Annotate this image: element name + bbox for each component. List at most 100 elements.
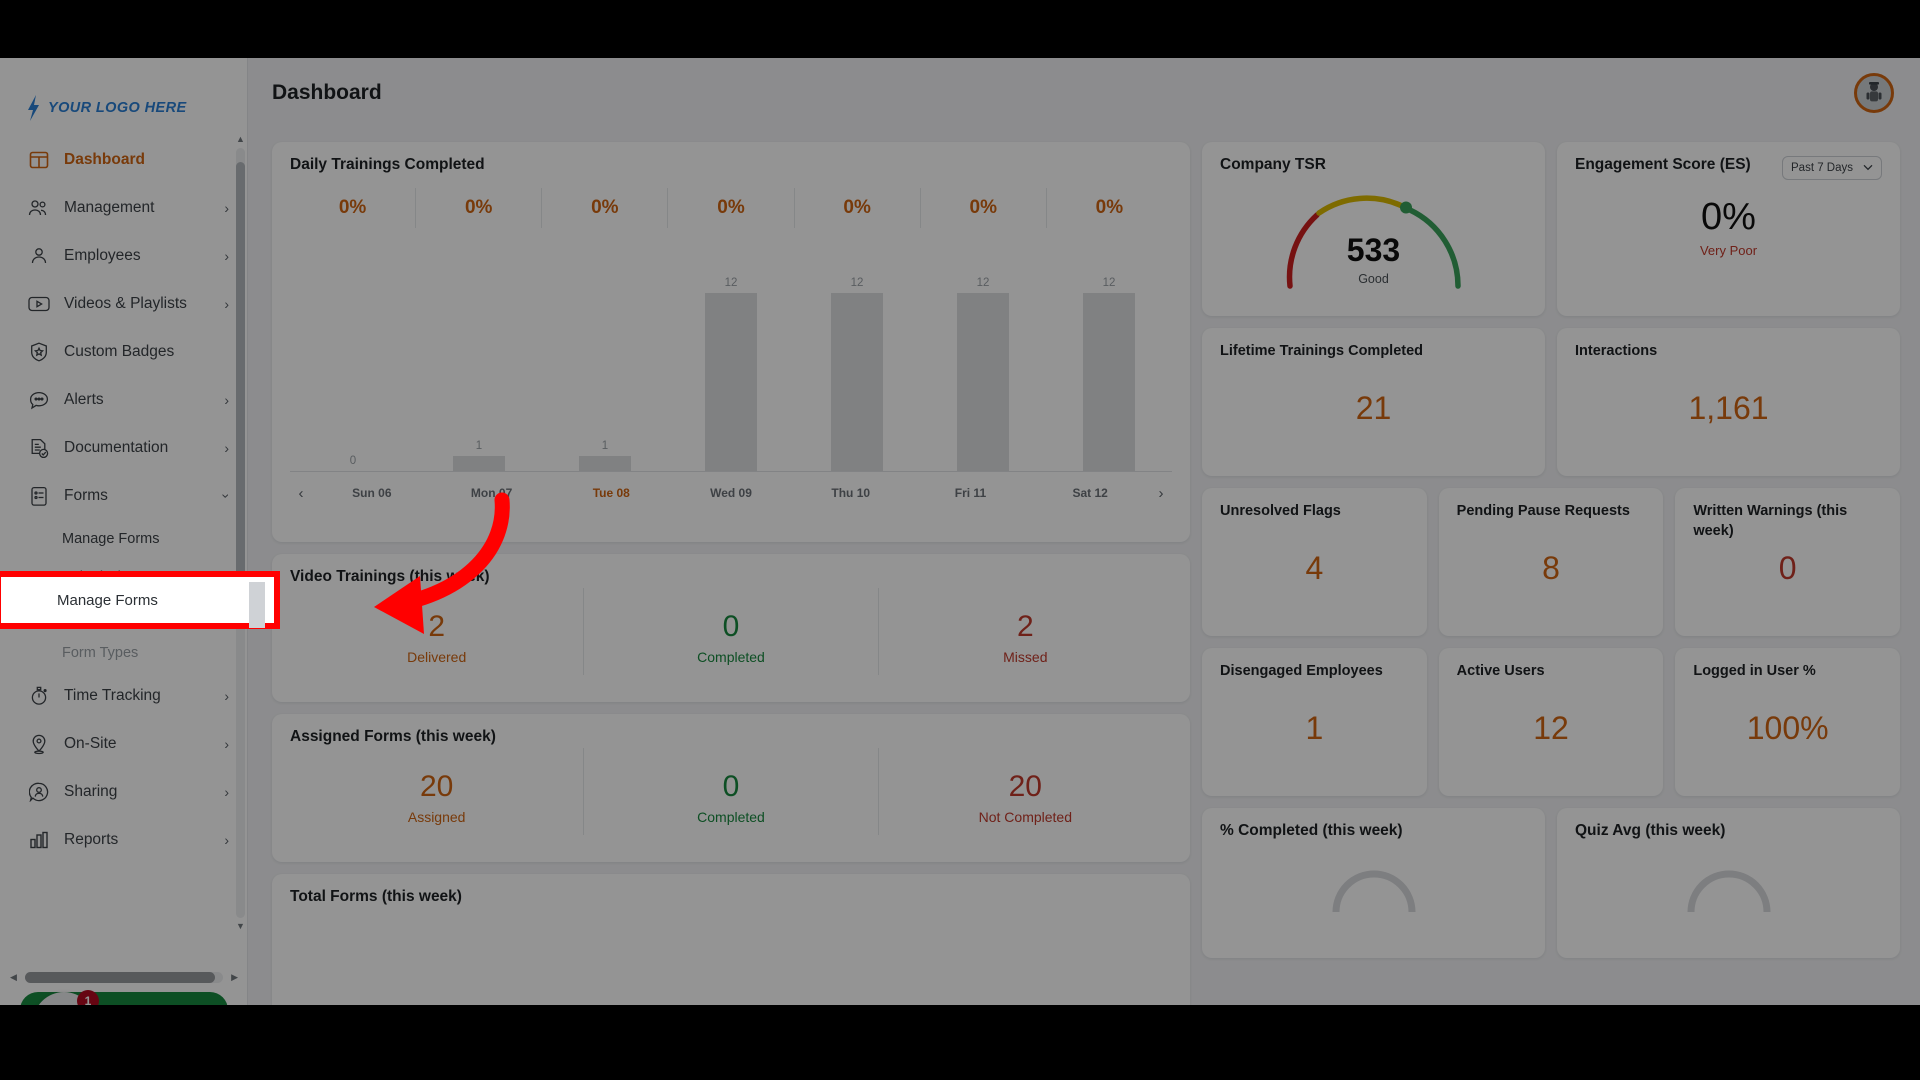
sidebar-item-custom-badges[interactable]: Custom Badges [0, 328, 247, 376]
sidebar-scroll-down-arrow[interactable]: ▼ [235, 921, 246, 932]
stat-label: Not Completed [978, 809, 1073, 825]
sidebar-nav: Dashboard Management › Employees › Video… [0, 136, 247, 864]
avatar-illustration-icon [1866, 82, 1882, 102]
active-users-card: Active Users 12 [1438, 648, 1664, 796]
kpi-title: Written Warnings (this week) [1693, 503, 1848, 539]
engagement-range-select[interactable]: Past 7 Days [1782, 156, 1882, 180]
chart-next-button[interactable]: › [1150, 485, 1172, 502]
stat-value: 0 [722, 610, 740, 643]
avatar[interactable] [1854, 73, 1894, 113]
chart-bar-cell: 12 [794, 240, 920, 471]
sidebar-item-label: Reports [64, 831, 119, 848]
chart-percent-cell: 0% [919, 188, 1046, 228]
annotation-arrow-icon [374, 492, 510, 634]
sidebar-item-label: On-Site [64, 735, 117, 752]
quiz-avg-card: Quiz Avg (this week) [1557, 808, 1900, 958]
sidebar-item-label: Documentation [64, 439, 169, 456]
sidebar-subitem-manage-forms[interactable]: Manage Forms [0, 520, 247, 558]
chart-title: Daily Trainings Completed [290, 156, 485, 173]
highlight-scroll-strip [249, 582, 265, 628]
percent-completed-gauge [1328, 862, 1420, 913]
brand-logo[interactable]: YOUR LOGO HERE [0, 58, 247, 128]
chart-bar-value: 12 [976, 276, 990, 289]
sidebar-horizontal-scroll-track[interactable] [24, 971, 224, 983]
chart-percent-cell: 0% [1045, 188, 1172, 228]
manage-forms-highlight[interactable]: Manage Forms [0, 571, 280, 629]
chart-bar [831, 292, 883, 471]
chevron-right-icon: › [224, 296, 229, 312]
people-icon [26, 196, 52, 220]
sidebar-item-dashboard[interactable]: Dashboard [0, 136, 247, 184]
sidebar-item-reports[interactable]: Reports › [0, 816, 247, 864]
chart-bar-cell: 0 [290, 240, 416, 471]
chevron-right-icon: › [224, 688, 229, 704]
sidebar: YOUR LOGO HERE Dashboard Management › Em… [0, 58, 248, 1076]
assigned-forms-card: Assigned Forms (this week) 20 Assigned 0… [272, 714, 1190, 862]
kpi-title: Lifetime Trainings Completed [1220, 343, 1424, 359]
kpi-value: 1 [1305, 710, 1324, 746]
disengaged-employees-card: Disengaged Employees 1 [1202, 648, 1427, 796]
sidebar-horizontal-scrollbar[interactable]: ◀ ▶ [10, 970, 238, 984]
engagement-score-card: Engagement Score (ES) Past 7 Days 0% Ver… [1557, 142, 1900, 316]
chart-percent-cell: 0% [541, 188, 667, 228]
chart-bar-value: 12 [850, 276, 864, 289]
chart-axis-label: Fri 11 [954, 486, 987, 500]
scroll-right-arrow-icon[interactable]: ▶ [231, 972, 238, 983]
kpi-title: Pending Pause Requests [1456, 503, 1630, 519]
sidebar-item-alerts[interactable]: Alerts › [0, 376, 247, 424]
tsr-value: 533 [1346, 232, 1401, 268]
sidebar-item-label: Employees [64, 247, 141, 264]
chart-bar-value: 1 [601, 440, 609, 453]
share-person-icon [26, 780, 52, 804]
screen-top-letterbox [0, 0, 1920, 58]
sidebar-subitem-label: Manage Forms [62, 531, 160, 547]
stat-value: 20 [1008, 770, 1042, 803]
sidebar-item-sharing[interactable]: Sharing › [0, 768, 247, 816]
chevron-right-icon: › [224, 248, 229, 264]
sidebar-item-documentation[interactable]: Documentation › [0, 424, 247, 472]
person-icon [26, 244, 52, 268]
scroll-left-arrow-icon[interactable]: ◀ [10, 972, 17, 983]
kpi-value: 4 [1305, 550, 1324, 586]
sidebar-horizontal-scroll-thumb[interactable] [24, 971, 215, 983]
engagement-score-header: Engagement Score (ES) Past 7 Days [1575, 156, 1882, 180]
sidebar-vertical-scrollbar[interactable] [236, 148, 245, 918]
assigned-forms-stats: 20 Assigned 0 Completed 20 Not Completed [290, 748, 1172, 835]
logo-text: YOUR LOGO HERE [48, 100, 187, 116]
sidebar-item-forms[interactable]: Forms › [0, 472, 247, 520]
engagement-score-title: Engagement Score (ES) [1575, 156, 1751, 173]
stat-unit-missed: 2 Missed [877, 588, 1172, 675]
dashboard-right-column: Company TSR 533 Good Engagement Score (E… [1202, 142, 1901, 1076]
chart-percent-cell: 0% [338, 197, 367, 218]
sidebar-item-employees[interactable]: Employees › [0, 232, 247, 280]
sidebar-item-videos-playlists[interactable]: Videos & Playlists › [0, 280, 247, 328]
logged-in-user-percent-card: Logged in User % 100% [1675, 648, 1901, 796]
engagement-score-value: 0% [1701, 196, 1756, 238]
sidebar-item-time-tracking[interactable]: Time Tracking › [0, 672, 247, 720]
map-pin-icon [26, 732, 52, 756]
lifetime-interactions-row: Lifetime Trainings Completed 21 Interact… [1202, 328, 1900, 476]
engagement-score-caption: Very Poor [1699, 243, 1758, 258]
chat-alert-icon [26, 388, 52, 412]
kpi-value: 0 [1778, 550, 1797, 586]
sidebar-item-on-site[interactable]: On-Site › [0, 720, 247, 768]
badge-shield-icon [26, 340, 52, 364]
chart-percent-cell: 0% [793, 188, 920, 228]
chart-bar-cell: 12 [920, 240, 1046, 471]
percent-completed-card: % Completed (this week) [1202, 808, 1545, 958]
chart-bar-cell: 12 [1046, 240, 1172, 471]
sidebar-subitem-form-types[interactable]: Form Types [0, 634, 247, 672]
chart-bar [1083, 292, 1135, 471]
sidebar-item-label: Alerts [64, 391, 104, 408]
chart-bar [579, 456, 631, 471]
sidebar-vertical-scroll-thumb[interactable] [236, 162, 245, 622]
chart-bar-cell: 12 [668, 240, 794, 471]
chevron-right-icon: › [224, 200, 229, 216]
stat-unit-completed: 0 Completed [583, 748, 877, 835]
sidebar-item-management[interactable]: Management › [0, 184, 247, 232]
sidebar-scroll-up-arrow[interactable]: ▲ [235, 134, 246, 145]
video-icon [26, 292, 52, 316]
disengaged-active-logged-row: Disengaged Employees 1 Active Users 12 L… [1202, 648, 1901, 796]
chart-bar-value: 1 [475, 440, 483, 453]
kpi-title: Interactions [1575, 343, 1658, 359]
